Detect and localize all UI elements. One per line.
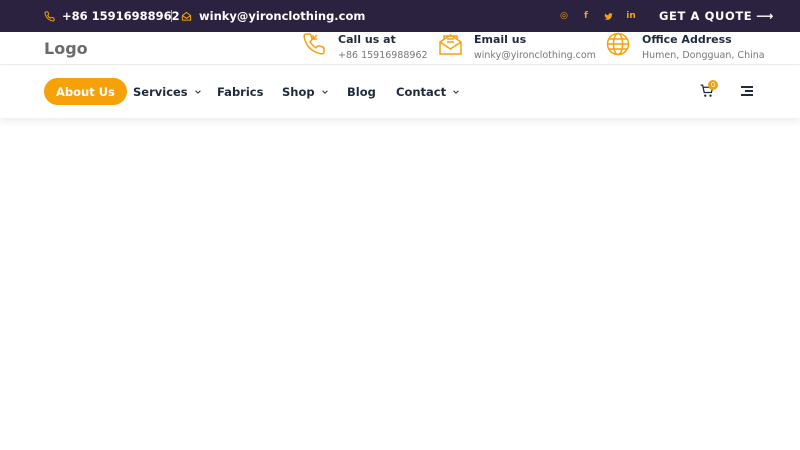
get-a-quote-label: GET A QUOTE bbox=[659, 9, 753, 23]
info-address-value: Humen, Dongguan, China bbox=[642, 50, 765, 61]
top-bar: +86 15916988962 winky@yironclothing.com … bbox=[0, 0, 800, 32]
info-address-title: Office Address bbox=[642, 33, 732, 46]
nav-about-us-label: About Us bbox=[56, 84, 115, 99]
get-a-quote-button[interactable]: GET A QUOTE ⟶ bbox=[659, 0, 774, 32]
chevron-down-icon bbox=[453, 89, 459, 94]
chevron-down-icon bbox=[321, 89, 328, 94]
nav-fabrics[interactable]: Fabrics bbox=[217, 65, 263, 118]
main-nav: About Us Services Fabrics Shop Blog Cont… bbox=[0, 65, 800, 118]
topbar-divider bbox=[171, 10, 172, 22]
info-email-value: winky@yironclothing.com bbox=[474, 50, 596, 61]
topbar-email-link[interactable]: winky@yironclothing.com bbox=[181, 0, 365, 32]
phone-icon bbox=[303, 33, 325, 55]
site-logo[interactable]: Logo bbox=[44, 39, 88, 58]
twitter-icon[interactable] bbox=[601, 0, 615, 32]
phone-icon bbox=[44, 10, 55, 22]
nav-blog[interactable]: Blog bbox=[347, 65, 376, 118]
topbar-email-text: winky@yironclothing.com bbox=[199, 9, 366, 23]
nav-blog-label: Blog bbox=[347, 84, 376, 99]
info-call-value: +86 15916988962 bbox=[338, 50, 428, 61]
hamburger-menu-icon[interactable] bbox=[741, 85, 753, 97]
nav-contact-label: Contact bbox=[396, 84, 447, 99]
envelope-icon bbox=[439, 34, 462, 55]
cart-count-badge: 0 bbox=[708, 80, 718, 90]
info-email-title: Email us bbox=[474, 33, 527, 46]
info-call-title: Call us at bbox=[338, 33, 396, 46]
linkedin-icon[interactable]: in bbox=[624, 0, 638, 32]
topbar-phone-link[interactable]: +86 15916988962 bbox=[44, 0, 180, 32]
info-email[interactable]: Email us winky@yironclothing.com bbox=[438, 32, 598, 65]
nav-about-us[interactable]: About Us bbox=[44, 78, 127, 105]
nav-services[interactable]: Services bbox=[133, 65, 202, 118]
info-call[interactable]: Call us at +86 15916988962 bbox=[302, 32, 432, 65]
envelope-icon bbox=[181, 11, 192, 21]
topbar-phone-text: +86 15916988962 bbox=[62, 9, 180, 23]
nav-shop[interactable]: Shop bbox=[282, 65, 329, 118]
facebook-icon[interactable]: f bbox=[579, 0, 593, 32]
arrow-right-icon: ⟶ bbox=[756, 9, 775, 23]
header-info-bar: Logo Call us at +86 15916988962 Email us… bbox=[0, 32, 800, 65]
nav-shop-label: Shop bbox=[282, 84, 315, 99]
info-address[interactable]: Office Address Humen, Dongguan, China bbox=[606, 32, 766, 65]
nav-fabrics-label: Fabrics bbox=[217, 84, 264, 99]
globe-icon bbox=[606, 32, 630, 56]
instagram-icon[interactable]: ◎ bbox=[557, 0, 571, 32]
nav-services-label: Services bbox=[133, 84, 188, 99]
nav-contact[interactable]: Contact bbox=[396, 65, 460, 118]
chevron-down-icon bbox=[194, 89, 201, 94]
